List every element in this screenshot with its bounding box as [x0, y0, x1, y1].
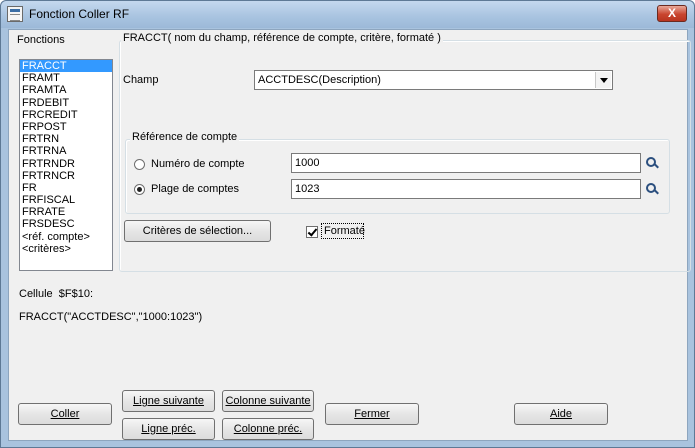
next-column-button[interactable]: Colonne suivante: [222, 390, 314, 412]
champ-label: Champ: [123, 74, 159, 86]
account-number-input[interactable]: [292, 154, 640, 172]
list-item[interactable]: FRAMT: [20, 72, 112, 84]
prev-row-button[interactable]: Ligne préc.: [122, 418, 215, 440]
list-item[interactable]: FRCREDIT: [20, 109, 112, 121]
list-item[interactable]: FRTRNA: [20, 145, 112, 157]
help-button[interactable]: Aide: [514, 403, 608, 425]
prev-column-button[interactable]: Colonne préc.: [222, 418, 314, 440]
list-item[interactable]: FRSDESC: [20, 218, 112, 230]
search-icon[interactable]: [646, 157, 658, 169]
account-range-label[interactable]: Plage de comptes: [151, 183, 239, 195]
functions-list[interactable]: FRACCT FRAMT FRAMTA FRDEBIT FRCREDIT FRPOST FR…: [19, 59, 113, 271]
list-item[interactable]: FRAMTA: [20, 84, 112, 96]
title-bar[interactable]: Fonction Coller RF X: [1, 1, 694, 28]
list-item[interactable]: FRTRNCR: [20, 170, 112, 182]
close-button[interactable]: Fermer: [325, 403, 419, 425]
account-number-radio[interactable]: [134, 159, 145, 170]
list-item[interactable]: <critères>: [20, 243, 112, 255]
cell-formula: FRACCT("ACCTDESC","1000:1023"): [19, 311, 203, 323]
list-item[interactable]: FRPOST: [20, 121, 112, 133]
app-icon[interactable]: [7, 6, 23, 22]
dialog-window: Fonction Coller RF X Fonctions FRACCT FRA…: [0, 0, 695, 448]
syntax-legend: FRACCT( nom du champ, référence de compt…: [121, 32, 443, 44]
list-item[interactable]: FRRATE: [20, 206, 112, 218]
account-range-field[interactable]: [291, 179, 641, 199]
account-ref-group: [125, 139, 670, 214]
formatted-checkbox[interactable]: [306, 226, 318, 238]
dialog-body: Fonctions FRACCT FRAMT FRAMTA FRDEBIT FRCRED…: [8, 29, 691, 441]
account-number-label[interactable]: Numéro de compte: [151, 158, 245, 170]
list-item[interactable]: FRDEBIT: [20, 97, 112, 109]
champ-select[interactable]: ACCTDESC(Description): [254, 70, 613, 90]
paste-button[interactable]: Coller: [18, 403, 112, 425]
cell-ref: $F$10:: [58, 288, 94, 300]
window-title: Fonction Coller RF: [29, 7, 130, 21]
list-item[interactable]: FRTRN: [20, 133, 112, 145]
list-item[interactable]: FRACCT: [20, 60, 112, 73]
account-ref-legend: Référence de compte: [130, 131, 240, 143]
list-item[interactable]: FRTRNDR: [20, 158, 112, 170]
functions-list-items: FRACCT FRAMT FRAMTA FRDEBIT FRCREDIT FRPOST FR…: [20, 60, 112, 255]
list-item[interactable]: FR: [20, 182, 112, 194]
next-row-button[interactable]: Ligne suivante: [122, 390, 215, 412]
list-item[interactable]: FRFISCAL: [20, 194, 112, 206]
list-item[interactable]: <réf. compte>: [20, 231, 112, 243]
account-range-input[interactable]: [292, 180, 640, 198]
formatted-label[interactable]: Formaté: [324, 225, 365, 237]
criteria-button[interactable]: Critères de sélection...: [124, 220, 271, 242]
functions-label: Fonctions: [17, 34, 65, 46]
account-number-field[interactable]: [291, 153, 641, 173]
search-icon[interactable]: [646, 183, 658, 195]
cell-label-text: Cellule: [19, 288, 53, 300]
champ-select-value: ACCTDESC(Description): [258, 74, 381, 86]
chevron-down-icon[interactable]: [595, 72, 611, 88]
close-window-button[interactable]: X: [657, 5, 687, 22]
cell-label: Cellule $F$10:: [19, 288, 93, 300]
account-range-radio[interactable]: [134, 184, 145, 195]
